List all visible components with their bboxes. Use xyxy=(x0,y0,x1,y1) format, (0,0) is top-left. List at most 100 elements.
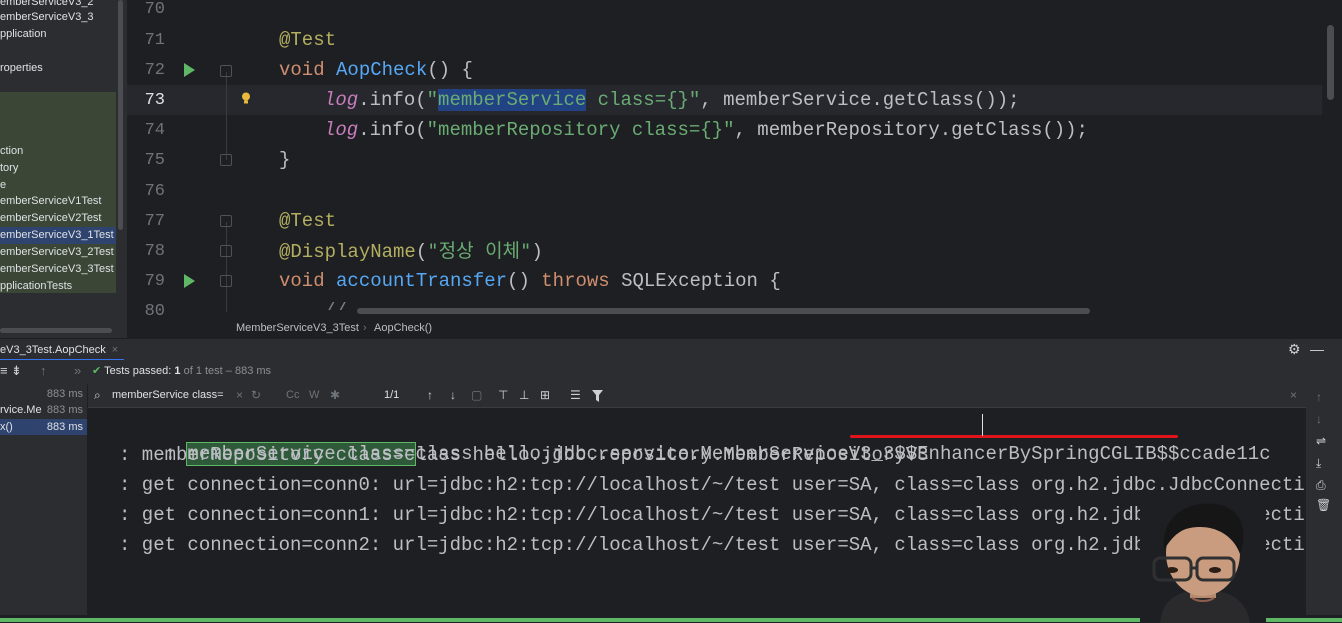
code-text: SQLException { xyxy=(609,270,781,292)
breadcrumb: MemberServiceV3_3Test › AopCheck() xyxy=(127,318,1342,338)
print-icon[interactable]: ⎙ xyxy=(1316,478,1326,493)
code-text: ) xyxy=(531,241,543,263)
line-number: 74 xyxy=(144,121,165,140)
fold-icon[interactable] xyxy=(220,65,232,77)
text-cursor xyxy=(982,414,983,436)
words-toggle[interactable]: W xyxy=(309,389,319,401)
code-line-76[interactable] xyxy=(127,176,1322,206)
up-arrow-icon[interactable]: ↑ xyxy=(427,388,433,402)
project-horizontal-scrollbar[interactable] xyxy=(0,328,112,333)
annotation: @Test xyxy=(279,210,337,232)
up-arrow-icon[interactable]: ↑ xyxy=(1316,390,1322,404)
test-row[interactable]: 883 ms xyxy=(0,386,87,402)
editor-vertical-scrollbar[interactable] xyxy=(1327,25,1334,100)
scroll-to-end-icon[interactable]: ⤓ xyxy=(1316,456,1321,471)
tree-item[interactable]: emberServiceV3_3 xyxy=(0,9,94,26)
test-duration: 883 ms xyxy=(46,404,83,416)
filter-icon[interactable] xyxy=(592,390,603,402)
run-gutter-icon[interactable] xyxy=(184,274,195,288)
fold-icon[interactable] xyxy=(220,275,232,287)
code-line-74[interactable]: log.info("memberRepository class={}", me… xyxy=(127,115,1322,145)
tree-item[interactable]: roperties xyxy=(0,60,43,77)
test-duration: 883 ms xyxy=(46,388,83,400)
select-all-icon[interactable]: ▢ xyxy=(471,388,482,402)
trash-icon[interactable]: 🗑 xyxy=(1316,498,1331,512)
field-ref: log xyxy=(324,89,359,111)
run-tab[interactable]: eV3_3Test.AopCheck × xyxy=(0,339,125,361)
collapse-icon[interactable]: ⇟ xyxy=(11,363,22,379)
code-text: ( xyxy=(415,241,428,263)
test-row-selected[interactable]: x() 883 ms xyxy=(0,419,87,435)
code-line-78[interactable]: @DisplayName("정상 이체") xyxy=(127,236,1322,266)
remove-occurrence-icon[interactable]: ⊥ xyxy=(519,388,529,402)
code-line-71[interactable]: @Test xyxy=(127,25,1322,55)
code-line-75[interactable]: } xyxy=(127,145,1322,175)
code-line-77[interactable]: @Test xyxy=(127,206,1322,236)
code-text: .info( xyxy=(358,89,427,111)
regex-toggle-icon[interactable]: ✱ xyxy=(330,388,340,402)
console-line: : memberRepository class=class hello.jdb… xyxy=(119,444,929,466)
check-icon: ✔ xyxy=(92,365,102,377)
match-counter: 1/1 xyxy=(384,389,400,401)
line-number: 76 xyxy=(144,182,165,201)
breadcrumb-method[interactable]: AopCheck() xyxy=(374,318,432,338)
sort-icon[interactable]: ≡ xyxy=(0,363,8,378)
test-duration: 883 ms xyxy=(46,421,83,433)
fold-icon[interactable] xyxy=(220,154,232,166)
red-underline-annotation xyxy=(850,435,1178,438)
fold-icon[interactable] xyxy=(220,215,232,227)
clear-icon[interactable]: × xyxy=(236,388,243,402)
down-arrow-icon[interactable]: ↓ xyxy=(450,388,456,402)
tree-item-selected[interactable]: emberServiceV3_1Test xyxy=(0,227,116,244)
code-line-72[interactable]: void AopCheck() { xyxy=(127,55,1322,85)
gear-icon[interactable]: ⚙ xyxy=(1288,341,1301,358)
up-arrow-icon[interactable]: ↑ xyxy=(40,363,47,378)
tree-item[interactable]: emberServiceV3_2Test xyxy=(0,244,114,261)
close-search-icon[interactable]: × xyxy=(1290,388,1297,402)
editor-horizontal-scrollbar[interactable] xyxy=(357,308,1090,314)
keyword: void xyxy=(279,270,325,292)
test-name: rvice.Me xyxy=(0,404,42,416)
console-output[interactable]: : memberService class=class hello.jdbc.s… xyxy=(88,408,1306,615)
tree-item[interactable]: emberServiceV3_3Test xyxy=(0,261,114,278)
run-tab-label: eV3_3Test.AopCheck xyxy=(0,344,106,356)
fold-icon[interactable] xyxy=(220,245,232,257)
code-editor[interactable]: @Test void AopCheck() { log.info("member… xyxy=(127,0,1342,321)
tree-item[interactable]: emberServiceV2Test xyxy=(0,210,102,227)
intention-bulb-icon[interactable] xyxy=(241,92,251,104)
project-vertical-scrollbar[interactable] xyxy=(118,0,123,230)
minimize-icon[interactable]: — xyxy=(1310,341,1324,357)
add-occurrence-icon[interactable]: ⊤ xyxy=(498,388,508,402)
tree-item[interactable]: e xyxy=(0,177,6,194)
run-gutter-icon[interactable] xyxy=(184,63,195,77)
line-number: 75 xyxy=(144,151,165,170)
annotation: @DisplayName xyxy=(279,241,416,263)
tree-item[interactable]: pplicationTests xyxy=(0,278,72,295)
down-arrow-icon[interactable]: ↓ xyxy=(1316,412,1322,426)
string-literal: class={}" xyxy=(586,89,701,111)
filter-lines-icon[interactable]: ☰ xyxy=(570,388,581,402)
code-line-79[interactable]: void accountTransfer() throws SQLExcepti… xyxy=(127,266,1322,296)
code-line-70[interactable] xyxy=(127,0,1322,25)
tree-item[interactable]: ction xyxy=(0,143,23,160)
code-text: .info( xyxy=(358,119,427,141)
close-icon[interactable]: × xyxy=(112,344,118,356)
more-icon[interactable]: » xyxy=(74,363,81,378)
breadcrumb-class[interactable]: MemberServiceV3_3Test xyxy=(236,318,359,338)
tree-item[interactable]: emberServiceV1Test xyxy=(0,193,102,210)
match-case-toggle[interactable]: Cc xyxy=(286,389,299,401)
tree-item[interactable]: pplication xyxy=(0,26,46,43)
line-number: 77 xyxy=(144,212,165,231)
test-row[interactable]: rvice.Me 883 ms xyxy=(0,402,87,418)
console-line: : get connection=conn2: url=jdbc:h2:tcp:… xyxy=(119,534,1306,556)
code-line-73-current[interactable]: log.info("memberService class={}", membe… xyxy=(127,85,1322,115)
search-icon[interactable]: ⌕ xyxy=(94,388,101,403)
soft-wrap-icon[interactable]: ⇌ xyxy=(1316,434,1326,448)
tree-item[interactable]: tory xyxy=(0,160,18,177)
console-search-bar: ⌕ memberService class= × ↻ Cc W ✱ 1/1 ↑ … xyxy=(88,384,1306,408)
history-icon[interactable]: ↻ xyxy=(251,388,261,402)
run-tool-window-header: eV3_3Test.AopCheck × ⚙ — xyxy=(0,338,1342,361)
search-input[interactable]: memberService class= xyxy=(112,389,224,401)
selected-text: memberService xyxy=(438,89,587,111)
select-occurrences-icon[interactable]: ⊞ xyxy=(540,388,550,402)
